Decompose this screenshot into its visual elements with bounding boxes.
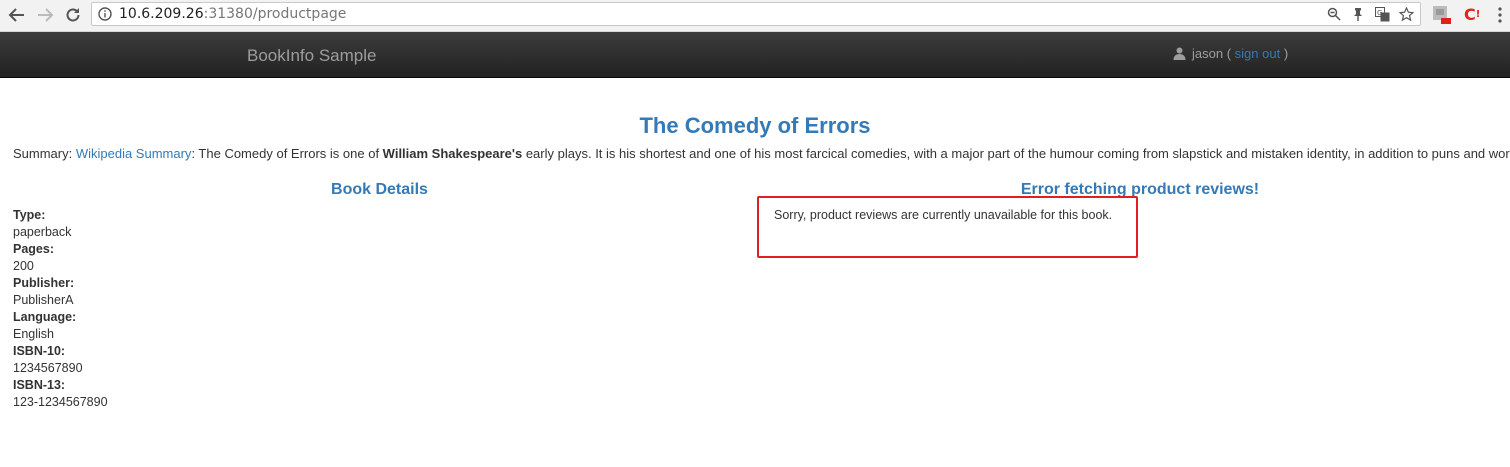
detail-label: Pages: [13, 242, 54, 256]
detail-value: paperback [13, 225, 72, 239]
menu-dots-icon[interactable] [1497, 6, 1503, 24]
detail-value: 123-1234567890 [13, 395, 108, 409]
forward-arrow-icon [38, 8, 54, 22]
url-text: 10.6.209.26:31380/productpage [119, 6, 346, 22]
bookmark-star-icon[interactable] [1398, 6, 1414, 22]
back-button[interactable] [5, 4, 29, 26]
back-arrow-icon [8, 8, 24, 22]
brand-title[interactable]: BookInfo Sample [247, 46, 376, 66]
info-icon[interactable] [98, 7, 112, 24]
detail-label: ISBN-13: [13, 378, 66, 392]
address-bar[interactable]: 10.6.209.26:31380/productpage G [91, 2, 1421, 26]
detail-value: 1234567890 [13, 361, 83, 375]
forward-button[interactable] [33, 4, 57, 26]
detail-value: 200 [13, 259, 34, 273]
detail-label: Type: [13, 208, 46, 222]
book-details-section: Book Details Type: paperback Pages: 200 … [13, 180, 746, 411]
book-details-list: Type: paperback Pages: 200 Publisher: Pu… [13, 207, 746, 411]
highlight-box [757, 196, 1138, 258]
book-details-heading: Book Details [331, 181, 428, 198]
detail-label: ISBN-10: [13, 344, 66, 358]
zoom-icon[interactable] [1326, 6, 1342, 22]
extension-icon[interactable] [1432, 5, 1452, 25]
summary-text-2: early plays. It is his shortest and one … [522, 146, 1510, 161]
wikipedia-summary-link[interactable]: Wikipedia Summary [76, 146, 192, 161]
reload-button[interactable] [61, 4, 85, 26]
summary-text-1: : The Comedy of Errors is one of [191, 146, 383, 161]
extension-c-icon[interactable]: C! [1464, 5, 1484, 25]
user-name: jason [1192, 46, 1224, 61]
detail-label: Language: [13, 310, 77, 324]
product-title: The Comedy of Errors [639, 113, 871, 138]
open-paren: ( [1226, 46, 1232, 61]
sign-out-link[interactable]: sign out [1235, 46, 1281, 61]
user-icon [1173, 47, 1186, 60]
svg-text:G: G [1377, 9, 1382, 17]
app-navbar: BookInfo Sample jason ( sign out ) [0, 32, 1510, 78]
url-host: 10.6.209.26 [119, 6, 204, 22]
reload-icon [66, 8, 80, 22]
user-info: jason ( sign out ) [1173, 46, 1288, 61]
summary-author: William Shakespeare's [382, 146, 523, 161]
url-path: :31380/productpage [203, 6, 347, 22]
summary-label: Summary: [13, 146, 76, 161]
detail-label: Publisher: [13, 276, 75, 290]
product-summary: Summary: Wikipedia Summary: The Comedy o… [13, 146, 1510, 161]
detail-value: PublisherA [13, 293, 74, 307]
translate-icon[interactable]: G [1374, 6, 1390, 22]
close-paren: ) [1283, 46, 1289, 61]
pin-icon[interactable] [1350, 6, 1366, 22]
detail-value: English [13, 327, 54, 341]
browser-toolbar: 10.6.209.26:31380/productpage G C! [0, 0, 1510, 32]
